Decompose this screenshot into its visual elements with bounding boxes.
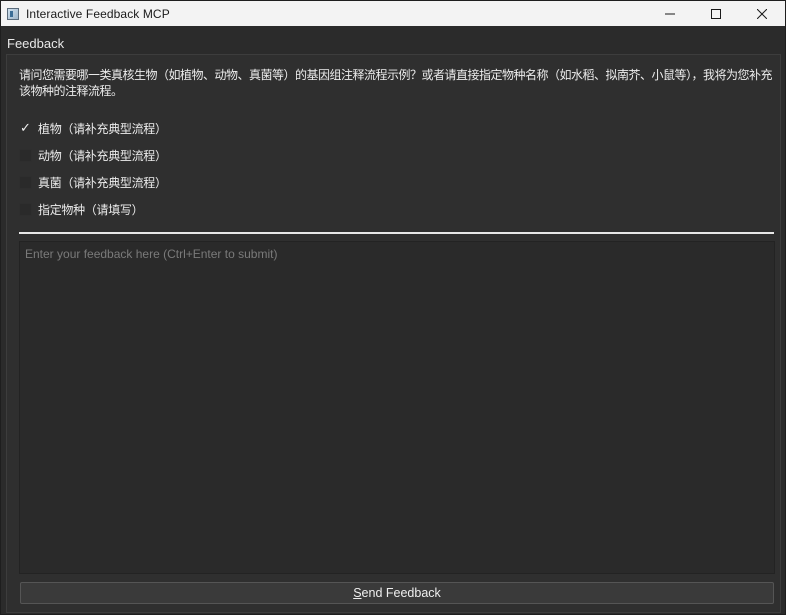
title-bar[interactable]: Interactive Feedback MCP <box>1 1 785 26</box>
option-list: ✓ 植物（请补充典型流程） 动物（请补充典型流程） 真菌（请补充典型流程） 指定… <box>19 115 167 223</box>
app-icon <box>7 7 19 20</box>
close-icon <box>757 8 767 19</box>
feedback-window: Interactive Feedback MCP Feedback 请问您需要哪… <box>0 0 786 615</box>
send-button-mnemonic: S <box>353 586 362 600</box>
checkbox-plant[interactable]: ✓ <box>19 122 32 135</box>
option-label: 指定物种（请填写） <box>38 203 144 217</box>
separator-line <box>19 232 774 234</box>
option-plant[interactable]: ✓ 植物（请补充典型流程） <box>19 115 167 142</box>
checkbox-animal[interactable] <box>19 149 32 162</box>
option-label: 动物（请补充典型流程） <box>38 149 167 163</box>
close-button[interactable] <box>739 1 785 26</box>
send-feedback-button[interactable]: Send Feedback <box>20 582 774 604</box>
maximize-button[interactable] <box>693 1 739 26</box>
option-label: 植物（请补充典型流程） <box>38 122 167 136</box>
option-fungi[interactable]: 真菌（请补充典型流程） <box>19 169 167 196</box>
window-controls <box>647 1 785 26</box>
maximize-icon <box>711 8 721 19</box>
option-label: 真菌（请补充典型流程） <box>38 176 167 190</box>
minimize-button[interactable] <box>647 1 693 26</box>
group-title: Feedback <box>7 36 65 51</box>
checkmark-icon: ✓ <box>20 121 31 136</box>
feedback-input[interactable] <box>20 242 774 573</box>
window-title: Interactive Feedback MCP <box>26 6 170 21</box>
checkbox-species[interactable] <box>19 203 32 216</box>
minimize-icon <box>665 13 675 14</box>
send-button-label: end Feedback <box>361 586 441 600</box>
question-text: 请问您需要哪一类真核生物（如植物、动物、真菌等）的基因组注释流程示例？或者请直接… <box>19 68 773 98</box>
checkbox-fungi[interactable] <box>19 176 32 189</box>
option-animal[interactable]: 动物（请补充典型流程） <box>19 142 167 169</box>
option-species[interactable]: 指定物种（请填写） <box>19 196 167 223</box>
feedback-text-area <box>19 241 775 574</box>
